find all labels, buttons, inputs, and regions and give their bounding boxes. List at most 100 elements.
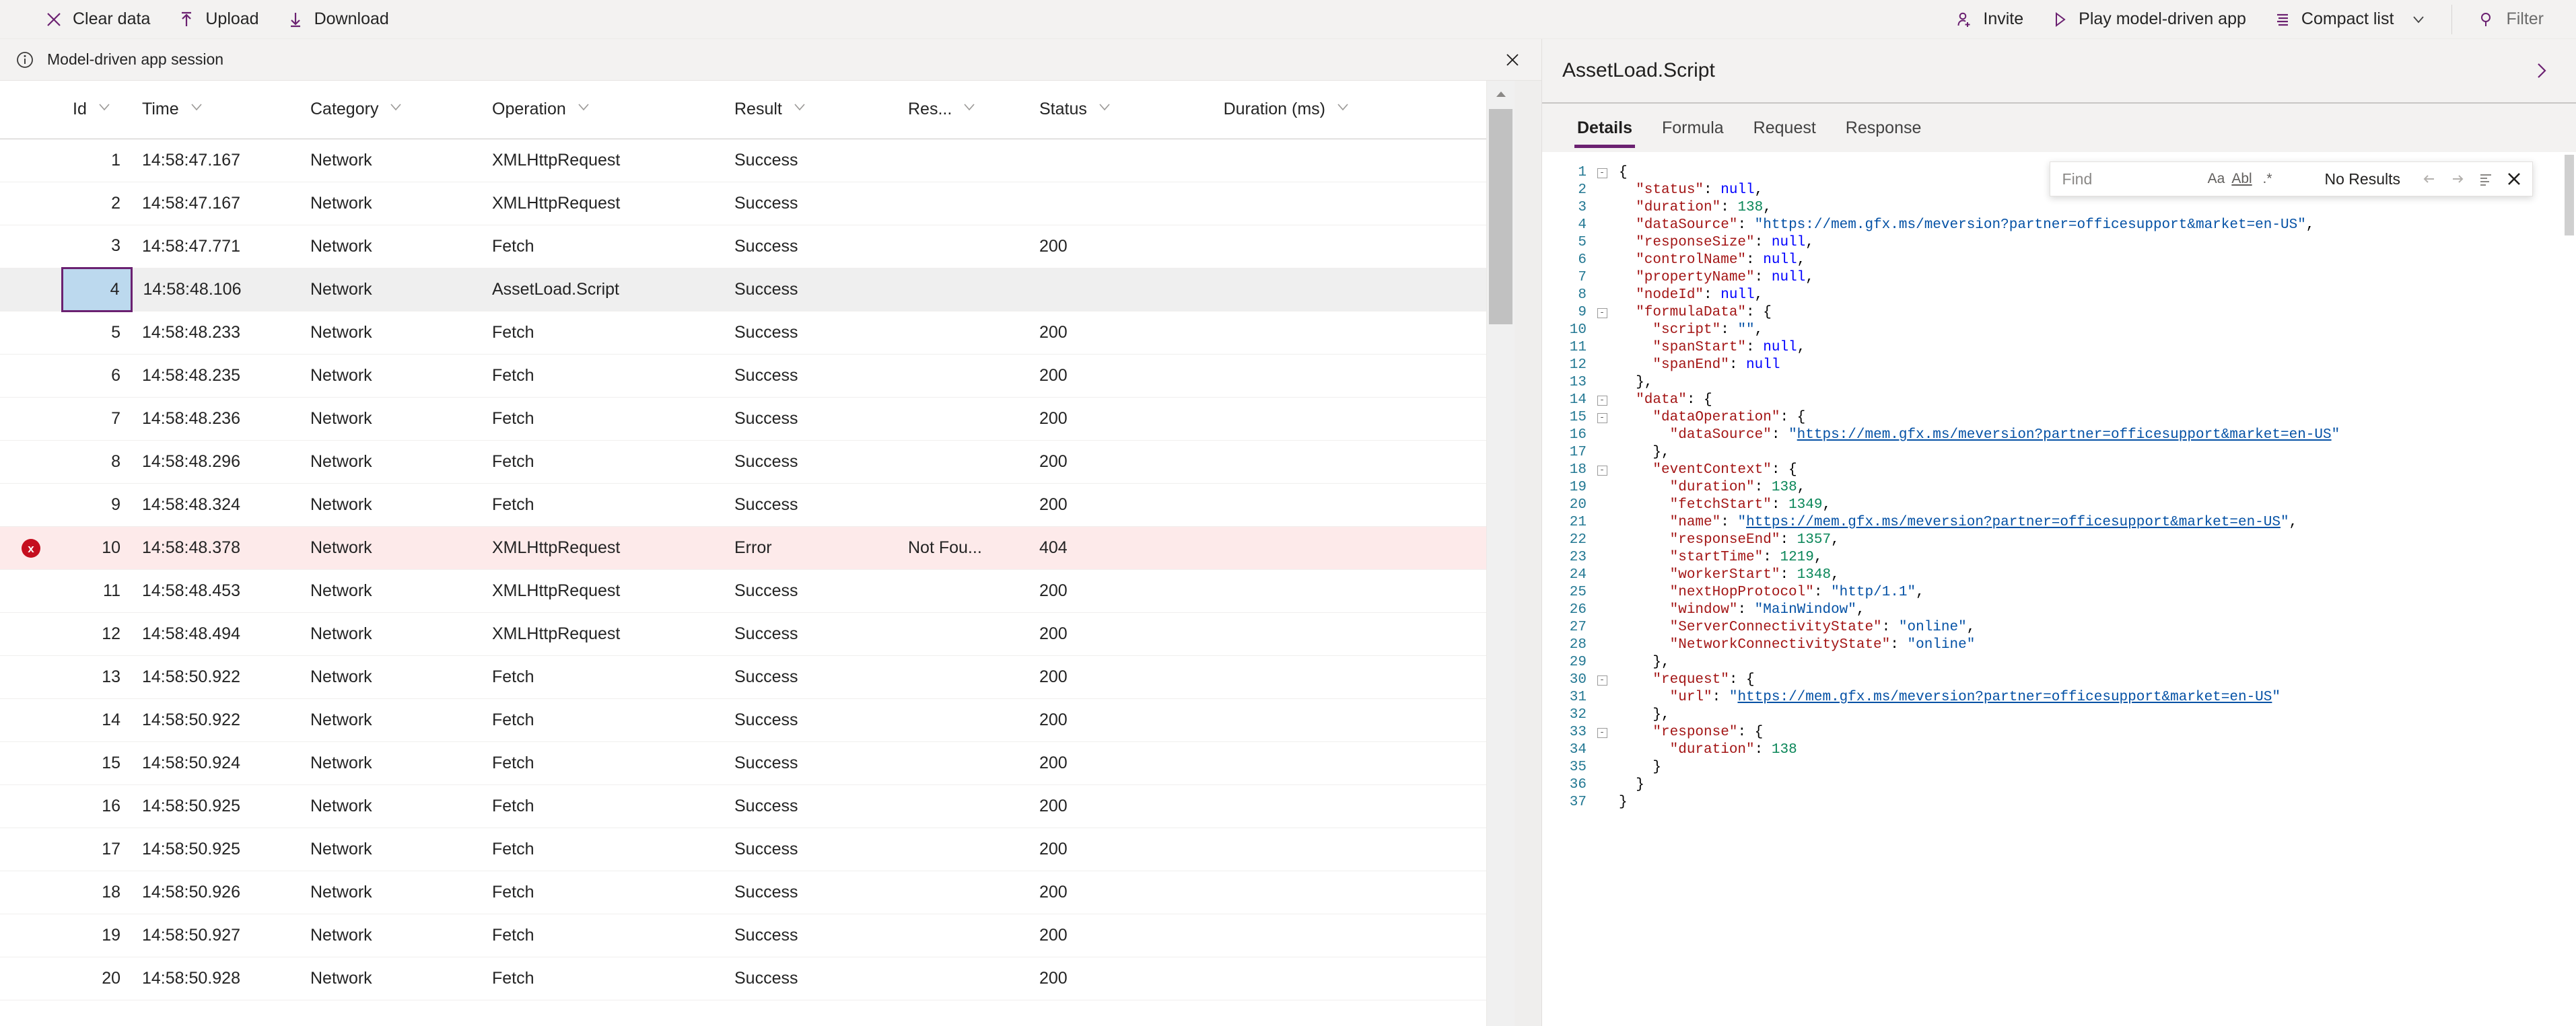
col-header-result[interactable]: Result bbox=[724, 81, 897, 139]
table-row[interactable]: 1414:58:50.922NetworkFetchSuccess 200 1 bbox=[0, 698, 1486, 742]
filter-button[interactable]: Filter bbox=[2464, 5, 2557, 33]
cell-category: Network bbox=[300, 526, 481, 570]
code-scrollbar-thumb[interactable] bbox=[2565, 155, 2574, 235]
cell-duration bbox=[1190, 655, 1362, 699]
match-whole-word-icon[interactable]: Abl bbox=[2229, 166, 2255, 192]
play-model-driven-app-button[interactable]: Play model-driven app bbox=[2037, 5, 2260, 33]
code-fold-row bbox=[1592, 601, 1612, 619]
table-row[interactable]: x 10 14:58:48.378 Network XMLHttpRequest Erro… bbox=[0, 526, 1486, 570]
table-row[interactable]: 1914:58:50.927NetworkFetchSuccess 200 5 bbox=[0, 914, 1486, 957]
code-line-number: 20 bbox=[1569, 497, 1587, 513]
session-close-button[interactable] bbox=[1497, 44, 1528, 75]
cell-result: Success bbox=[724, 311, 897, 355]
code-fold-row bbox=[1592, 584, 1612, 601]
code-token-pun: , bbox=[1754, 287, 1764, 303]
use-regex-icon[interactable]: .* bbox=[2255, 166, 2281, 192]
fold-collapse-icon[interactable]: - bbox=[1597, 675, 1607, 686]
code-lines[interactable]: { "status": null, "duration": 138, "data… bbox=[1612, 152, 2576, 1026]
table-row[interactable]: 2 14:58:47.167 Network XMLHttpRequest Succes… bbox=[0, 182, 1486, 225]
info-circle-icon bbox=[13, 48, 36, 71]
code-token-pun: , bbox=[1763, 200, 1772, 215]
row-status-indicator bbox=[0, 698, 62, 742]
col-header-duration[interactable]: Duration (ms) bbox=[1190, 81, 1362, 139]
code-token-link[interactable]: https://mem.gfx.ms/meversion?partner=off… bbox=[1746, 515, 2281, 530]
table-row[interactable]: 1 14:58:47.167 Network XMLHttpRequest Succes… bbox=[0, 139, 1486, 182]
table-row[interactable]: 1514:58:50.924NetworkFetchSuccess 200 6 bbox=[0, 741, 1486, 785]
code-fold-gutter[interactable]: - - - - - - - bbox=[1592, 152, 1612, 1026]
table-row[interactable]: 4 14:58:48.106 Network AssetLoad.Script Succ… bbox=[0, 266, 1486, 312]
tab-details[interactable]: Details bbox=[1562, 104, 1647, 152]
fold-collapse-icon[interactable]: - bbox=[1597, 168, 1607, 178]
clear-data-button[interactable]: Clear data bbox=[31, 5, 164, 33]
chevron-down-icon bbox=[576, 99, 592, 120]
table-row[interactable]: 514:58:48.233NetworkFetchSuccess 200 1 bbox=[0, 311, 1486, 355]
table-row[interactable]: 1814:58:50.926NetworkFetchSuccess 200 1 bbox=[0, 871, 1486, 914]
code-line-number: 10 bbox=[1569, 322, 1587, 338]
code-token-str: " bbox=[1737, 515, 1747, 530]
code-token-str: "http/1.1" bbox=[1831, 585, 1916, 600]
cell-status bbox=[1029, 268, 1190, 312]
grid-scroll-area[interactable]: Id Time Category Operation Result Res...… bbox=[0, 81, 1486, 1026]
table-row[interactable]: 7 14:58:48.236 Network Fetch Success 200 bbox=[0, 397, 1486, 441]
code-vertical-scrollbar[interactable] bbox=[2563, 152, 2576, 1026]
table-row[interactable]: 6 14:58:48.235 Network Fetch Success 200 bbox=[0, 354, 1486, 398]
match-case-icon[interactable]: Aa bbox=[2204, 166, 2229, 192]
json-code-viewer[interactable]: 1 2 3 4 5 6 7 8 9 10 11 12 13 14 15 16 17 18 19 20 21 22 23 24 2… bbox=[1542, 152, 2576, 1026]
tab-formula-label: Formula bbox=[1661, 118, 1724, 137]
col-header-id[interactable]: Id bbox=[62, 81, 131, 139]
code-token-num: 138 bbox=[1771, 742, 1797, 758]
close-x-icon[interactable] bbox=[2500, 165, 2528, 193]
fold-collapse-icon[interactable]: - bbox=[1597, 307, 1607, 318]
table-row[interactable]: 12 14:58:48.494 Network XMLHttpRequest Succe… bbox=[0, 612, 1486, 656]
cell-result: Success bbox=[724, 569, 897, 613]
code-line: "url": "https://mem.gfx.ms/meversion?par… bbox=[1619, 689, 2576, 706]
scrollbar-track[interactable] bbox=[1487, 109, 1515, 1026]
grid-vertical-scrollbar[interactable] bbox=[1486, 81, 1515, 1026]
tab-response[interactable]: Response bbox=[1831, 104, 1937, 152]
fold-collapse-icon[interactable]: - bbox=[1597, 465, 1607, 476]
scroll-up-button[interactable] bbox=[1487, 81, 1515, 109]
col-header-time[interactable]: Time bbox=[131, 81, 300, 139]
chevron-right-icon[interactable] bbox=[2523, 53, 2558, 88]
col-header-operation[interactable]: Operation bbox=[481, 81, 724, 139]
row-status-indicator bbox=[0, 225, 62, 268]
arrow-left-icon[interactable] bbox=[2415, 165, 2443, 193]
row-status-indicator bbox=[0, 483, 62, 527]
chevron-down-icon bbox=[96, 99, 112, 120]
fold-collapse-icon[interactable]: - bbox=[1597, 727, 1607, 738]
fold-collapse-icon[interactable]: - bbox=[1597, 412, 1607, 423]
code-token-str: "https://mem.gfx.ms/meversion?partner=of… bbox=[1754, 217, 2306, 233]
code-token-link[interactable]: https://mem.gfx.ms/meversion?partner=off… bbox=[1737, 690, 2272, 705]
scrollbar-thumb[interactable] bbox=[1489, 109, 1512, 324]
code-token-key: "NetworkConnectivityState" bbox=[1619, 637, 1891, 653]
col-header-status[interactable]: Status bbox=[1029, 81, 1190, 139]
code-fold-row: - bbox=[1592, 724, 1612, 741]
table-row[interactable]: 1714:58:50.925NetworkFetchSuccess 200 1 bbox=[0, 828, 1486, 871]
table-row[interactable]: 1614:58:50.925NetworkFetchSuccess 200 1,0 bbox=[0, 784, 1486, 828]
table-row[interactable]: 3 14:58:47.771 Network Fetch Success 200 bbox=[0, 225, 1486, 268]
table-row[interactable]: 9 14:58:48.324 Network Fetch Success 200 bbox=[0, 483, 1486, 527]
cell-status bbox=[1029, 182, 1190, 225]
cell-operation: Fetch bbox=[481, 784, 724, 828]
table-row[interactable]: 20 14:58:50.928 Network Fetch Success 200 bbox=[0, 957, 1486, 1000]
code-fold-row: - bbox=[1592, 671, 1612, 689]
invite-button[interactable]: Invite bbox=[1941, 5, 2037, 33]
find-in-selection-icon[interactable] bbox=[2472, 165, 2500, 193]
fold-collapse-icon[interactable]: - bbox=[1597, 395, 1607, 406]
download-button[interactable]: Download bbox=[273, 5, 403, 33]
table-row[interactable]: 8 14:58:48.296 Network Fetch Success 200 bbox=[0, 440, 1486, 484]
code-token-key: "nextHopProtocol" bbox=[1619, 585, 1814, 600]
code-token-link[interactable]: https://mem.gfx.ms/meversion?partner=off… bbox=[1797, 427, 2332, 443]
arrow-right-icon[interactable] bbox=[2443, 165, 2472, 193]
compact-list-button[interactable]: Compact list bbox=[2260, 5, 2440, 33]
col-header-category[interactable]: Category bbox=[300, 81, 481, 139]
table-row[interactable]: 1314:58:50.922NetworkFetchSuccess 200 3 bbox=[0, 655, 1486, 699]
col-header-response-size[interactable]: Res... bbox=[897, 81, 1029, 139]
tab-request[interactable]: Request bbox=[1739, 104, 1831, 152]
table-row[interactable]: 11 14:58:48.453 Network XMLHttpRequest Succe… bbox=[0, 569, 1486, 613]
tab-formula[interactable]: Formula bbox=[1647, 104, 1739, 152]
upload-button[interactable]: Upload bbox=[164, 5, 272, 33]
cell-operation: XMLHttpRequest bbox=[481, 526, 724, 570]
tab-request-label: Request bbox=[1753, 118, 1816, 137]
find-input[interactable] bbox=[2062, 170, 2204, 188]
